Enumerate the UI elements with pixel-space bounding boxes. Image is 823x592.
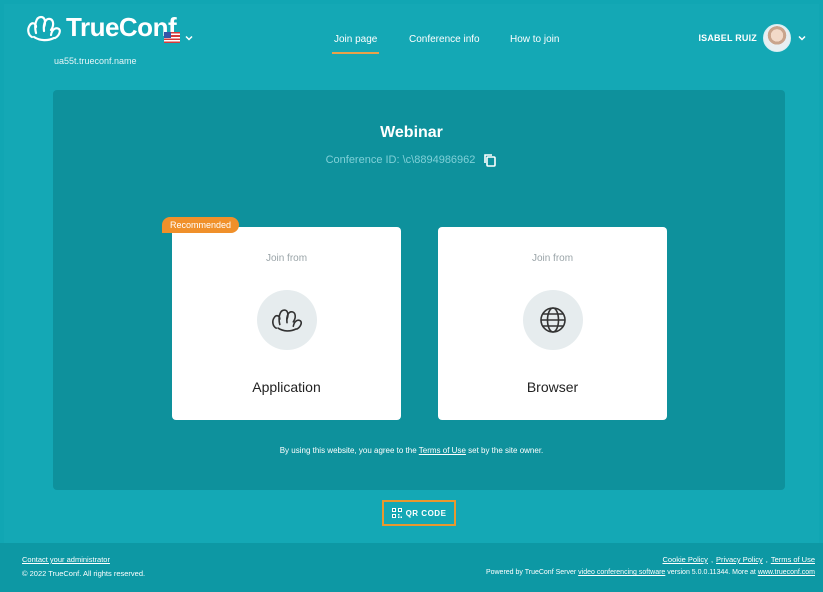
- join-panel: [53, 90, 785, 490]
- separator: ,: [710, 555, 714, 564]
- qr-code-button[interactable]: QR CODE: [382, 500, 456, 526]
- tab-how-to-join[interactable]: How to join: [510, 34, 559, 45]
- header: TrueConf ua55t.trueconf.name Join page C…: [0, 0, 823, 80]
- conference-title: Webinar: [380, 124, 443, 141]
- trueconf-site-link[interactable]: www.trueconf.com: [758, 569, 815, 576]
- powered-text: Powered by TrueConf Server: [485, 569, 579, 576]
- terms-of-use-link[interactable]: Terms of Use: [419, 446, 466, 455]
- join-application-card[interactable]: Join from Application: [172, 227, 401, 420]
- trueconf-app-icon: [271, 309, 302, 332]
- powered-text: version 5.0.0.11344. More at: [665, 569, 758, 576]
- card-label-application: Application: [252, 379, 321, 395]
- terms-text: set by the site owner.: [465, 446, 544, 455]
- conference-id-text: Conference ID: \c\8894986962: [325, 154, 476, 166]
- user-name: ISABEL RUIZ: [698, 33, 757, 43]
- browser-icon-circle: [522, 290, 583, 350]
- avatar: [763, 24, 791, 52]
- copy-icon[interactable]: [483, 153, 497, 167]
- qr-code-icon: [391, 508, 402, 518]
- join-browser-card[interactable]: Join from Browser: [438, 227, 667, 420]
- footer: Contact your administrator © 2022 TrueCo…: [0, 543, 823, 592]
- tab-join-page[interactable]: Join page: [331, 34, 380, 54]
- application-icon-circle: [256, 290, 317, 350]
- globe-icon: [539, 307, 566, 333]
- user-menu[interactable]: ISABEL RUIZ: [698, 24, 807, 52]
- qr-code-label: QR CODE: [405, 508, 447, 518]
- chevron-down-icon: [798, 35, 806, 41]
- privacy-policy-link[interactable]: Privacy Policy: [716, 555, 763, 564]
- terms-of-use-footer-link[interactable]: Terms of Use: [771, 555, 815, 564]
- card-label-browser: Browser: [526, 379, 579, 395]
- contact-admin-link[interactable]: Contact your administrator: [22, 555, 110, 564]
- cookie-policy-link[interactable]: Cookie Policy: [663, 555, 708, 564]
- copyright-text: © 2022 TrueConf. All rights reserved.: [22, 569, 146, 578]
- powered-by-text: Powered by TrueConf Server video confere…: [486, 569, 815, 576]
- tab-conference-info[interactable]: Conference info: [409, 34, 480, 45]
- terms-notice: By using this website, you agree to the …: [0, 446, 823, 455]
- recommended-badge: Recommended: [162, 217, 240, 233]
- card-subtitle: Join from: [265, 253, 308, 264]
- card-subtitle: Join from: [531, 253, 574, 264]
- separator: ,: [765, 555, 768, 564]
- conference-id: Conference ID: \c\8894986962: [0, 153, 823, 167]
- footer-links: Cookie Policy, Privacy Policy, Terms of …: [663, 555, 816, 564]
- video-conferencing-software-link[interactable]: video conferencing software: [578, 569, 665, 576]
- terms-text: By using this website, you agree to the: [279, 446, 419, 455]
